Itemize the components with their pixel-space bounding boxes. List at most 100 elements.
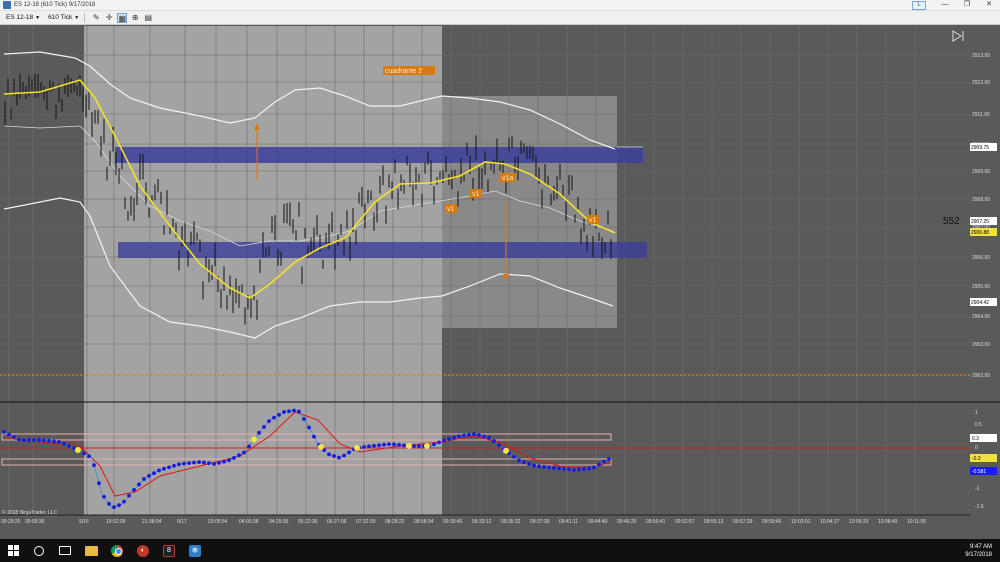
osc-dot	[392, 442, 396, 447]
snowflake-icon: ❄	[189, 544, 201, 557]
instrument-label: ES 12-18	[6, 14, 34, 21]
osc-dot	[242, 450, 246, 455]
osc-signal-dot	[406, 442, 412, 449]
osc-dot	[207, 461, 211, 466]
time-tick: 9/17	[177, 519, 187, 525]
osc-dot	[532, 463, 536, 468]
start-button[interactable]	[0, 539, 26, 562]
time-tick: 09:29:26	[1, 519, 21, 525]
chart-toolbar: ES 12-18 ▼ 610 Tick ▼ ✎ ✛ ▦ ⊕ ▤	[0, 11, 1000, 25]
chrome-button[interactable]	[104, 539, 130, 562]
osc-dot	[17, 437, 21, 442]
osc-dot	[222, 459, 226, 464]
price-tick: 2906.00	[972, 255, 990, 261]
osc-dot	[442, 438, 446, 443]
time-tick: 10:11:05	[907, 519, 926, 525]
osc-dot	[197, 460, 201, 464]
file-explorer-button[interactable]	[78, 539, 104, 562]
osc-dot	[172, 463, 176, 468]
osc-dot	[187, 461, 191, 465]
crosshair-icon[interactable]: ✛	[104, 13, 114, 23]
osc-dot	[457, 434, 461, 439]
v1-label: v1	[447, 206, 455, 213]
minimize-button[interactable]: —	[934, 0, 956, 10]
osc-dot	[182, 461, 186, 466]
osc-dot	[522, 460, 526, 465]
time-tick: 19:52:09	[106, 519, 126, 525]
price-tick: 2902.00	[972, 373, 990, 379]
osc-dot	[7, 432, 11, 437]
task-view-button[interactable]	[52, 539, 78, 562]
time-tick: 09:41:11	[559, 519, 578, 525]
search-circle-icon	[34, 545, 44, 556]
ninjatrader-icon: ◐	[137, 544, 149, 557]
interval-selector[interactable]: 610 Tick ▼	[46, 12, 81, 23]
ninjatrader8-icon: 8	[163, 544, 175, 557]
copyright-text: © 2018 NinjaTrader, LLC	[2, 509, 58, 516]
osc-dot	[12, 435, 16, 439]
osc-dot	[42, 438, 46, 443]
time-tick: 09:57:29	[733, 519, 753, 525]
osc-dot	[82, 451, 86, 456]
price-tick: 2904.00	[972, 314, 990, 320]
chart-area[interactable]: cuadrante 2 v1 v1 v1a v1 2913.00 2912.00 2911.…	[0, 26, 1000, 536]
v1-label: v1	[589, 217, 597, 224]
osc-dot	[332, 454, 336, 458]
osc-dot	[312, 434, 316, 439]
chart-canvas[interactable]: cuadrante 2 v1 v1 v1a v1 2913.00 2912.00 2911.…	[0, 26, 1000, 536]
time-tick: 09:50:41	[646, 519, 666, 525]
properties-icon[interactable]: ▤	[143, 13, 153, 23]
osc-dot	[2, 430, 6, 434]
osc-dot	[202, 460, 206, 465]
layout-button[interactable]: L	[912, 0, 926, 10]
osc-dot	[232, 455, 236, 460]
osc-dot	[177, 462, 181, 467]
system-clock[interactable]: 9:47 AM 9/17/2018	[965, 543, 992, 559]
osc-signal-dot	[354, 444, 360, 451]
close-button[interactable]: ✕	[978, 0, 1000, 10]
price-tick: 2913.00	[972, 53, 990, 59]
snowflake-app-button[interactable]: ❄	[182, 539, 208, 562]
osc-dot	[397, 443, 401, 447]
osc-dot	[567, 467, 571, 472]
osc-dot	[287, 409, 291, 414]
osc-dot	[247, 444, 251, 449]
maximize-button[interactable]: ❐	[956, 0, 978, 10]
session-shade	[84, 26, 442, 515]
osc-dot	[107, 501, 111, 506]
osc-dot	[377, 443, 381, 448]
osc-dot	[342, 453, 346, 458]
time-tick: 21:38:04	[142, 519, 162, 525]
osc-dot	[127, 493, 131, 498]
osc-dot	[462, 433, 466, 438]
osc-dot	[562, 467, 566, 471]
time-tick: 03:05:54	[208, 519, 228, 525]
task-view-icon	[59, 546, 71, 555]
osc-dot	[257, 430, 261, 435]
osc-dot	[267, 419, 271, 424]
price-tick: 2912.00	[972, 80, 990, 86]
resistance-zone	[115, 147, 643, 163]
osc-dot	[27, 438, 31, 442]
zoom-icon[interactable]: ⊕	[130, 13, 140, 23]
search-button[interactable]	[26, 539, 52, 562]
time-tick: 09:30:46	[443, 519, 463, 525]
osc-dot	[372, 443, 376, 448]
osc-dot	[452, 435, 456, 440]
ninjatrader-button[interactable]: ◐	[130, 539, 156, 562]
windows-logo-icon	[7, 545, 19, 556]
chevron-down-icon: ▼	[35, 14, 41, 21]
osc-tick: 1	[975, 410, 978, 416]
osc-dot	[577, 467, 581, 472]
ninjatrader8-button[interactable]: 8	[156, 539, 182, 562]
osc-dot	[492, 439, 496, 444]
osc-dot	[32, 438, 36, 442]
osc-dot	[517, 458, 521, 463]
osc-dot	[157, 468, 161, 473]
osc-dot	[512, 455, 516, 459]
instrument-selector[interactable]: ES 12-18 ▼	[4, 12, 42, 23]
chrome-icon	[111, 544, 123, 557]
time-tick: 08:28:22	[385, 519, 405, 525]
pencil-icon[interactable]: ✎	[91, 13, 101, 23]
chart-style-icon[interactable]: ▦	[117, 12, 128, 23]
